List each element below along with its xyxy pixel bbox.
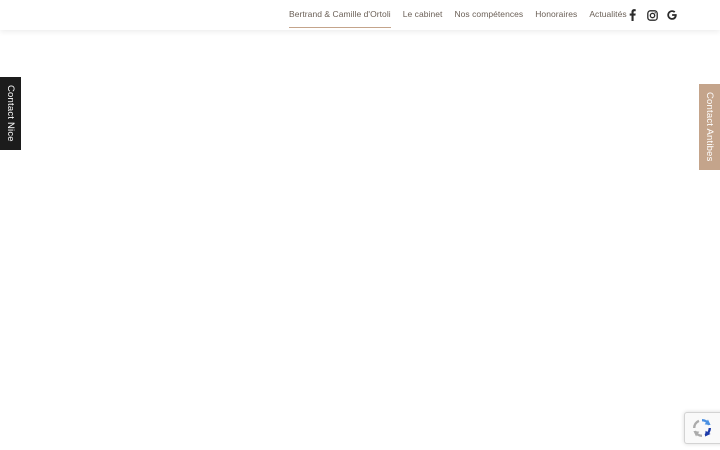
contact-nice-label: Contact Nice: [5, 85, 16, 142]
nav-item-honoraires[interactable]: Honoraires: [529, 0, 583, 29]
contact-nice-tab[interactable]: Contact Nice: [0, 77, 21, 150]
recaptcha-badge[interactable]: [684, 412, 720, 444]
site-header: Bertrand & Camille d'Ortoli Le cabinet N…: [0, 0, 720, 30]
contact-antibes-label: Contact Antibes: [704, 92, 715, 162]
social-links: [626, 8, 678, 22]
recaptcha-icon: [693, 419, 711, 437]
nav-item-bertrand-camille[interactable]: Bertrand & Camille d'Ortoli: [283, 0, 397, 29]
instagram-icon[interactable]: [646, 8, 658, 22]
nav-item-nos-competences[interactable]: Nos compétences: [448, 0, 529, 29]
facebook-icon[interactable]: [626, 8, 638, 22]
nav-item-le-cabinet[interactable]: Le cabinet: [397, 0, 449, 29]
main-nav: Bertrand & Camille d'Ortoli Le cabinet N…: [283, 0, 633, 30]
google-icon[interactable]: [666, 8, 678, 22]
contact-antibes-tab[interactable]: Contact Antibes: [699, 84, 720, 170]
